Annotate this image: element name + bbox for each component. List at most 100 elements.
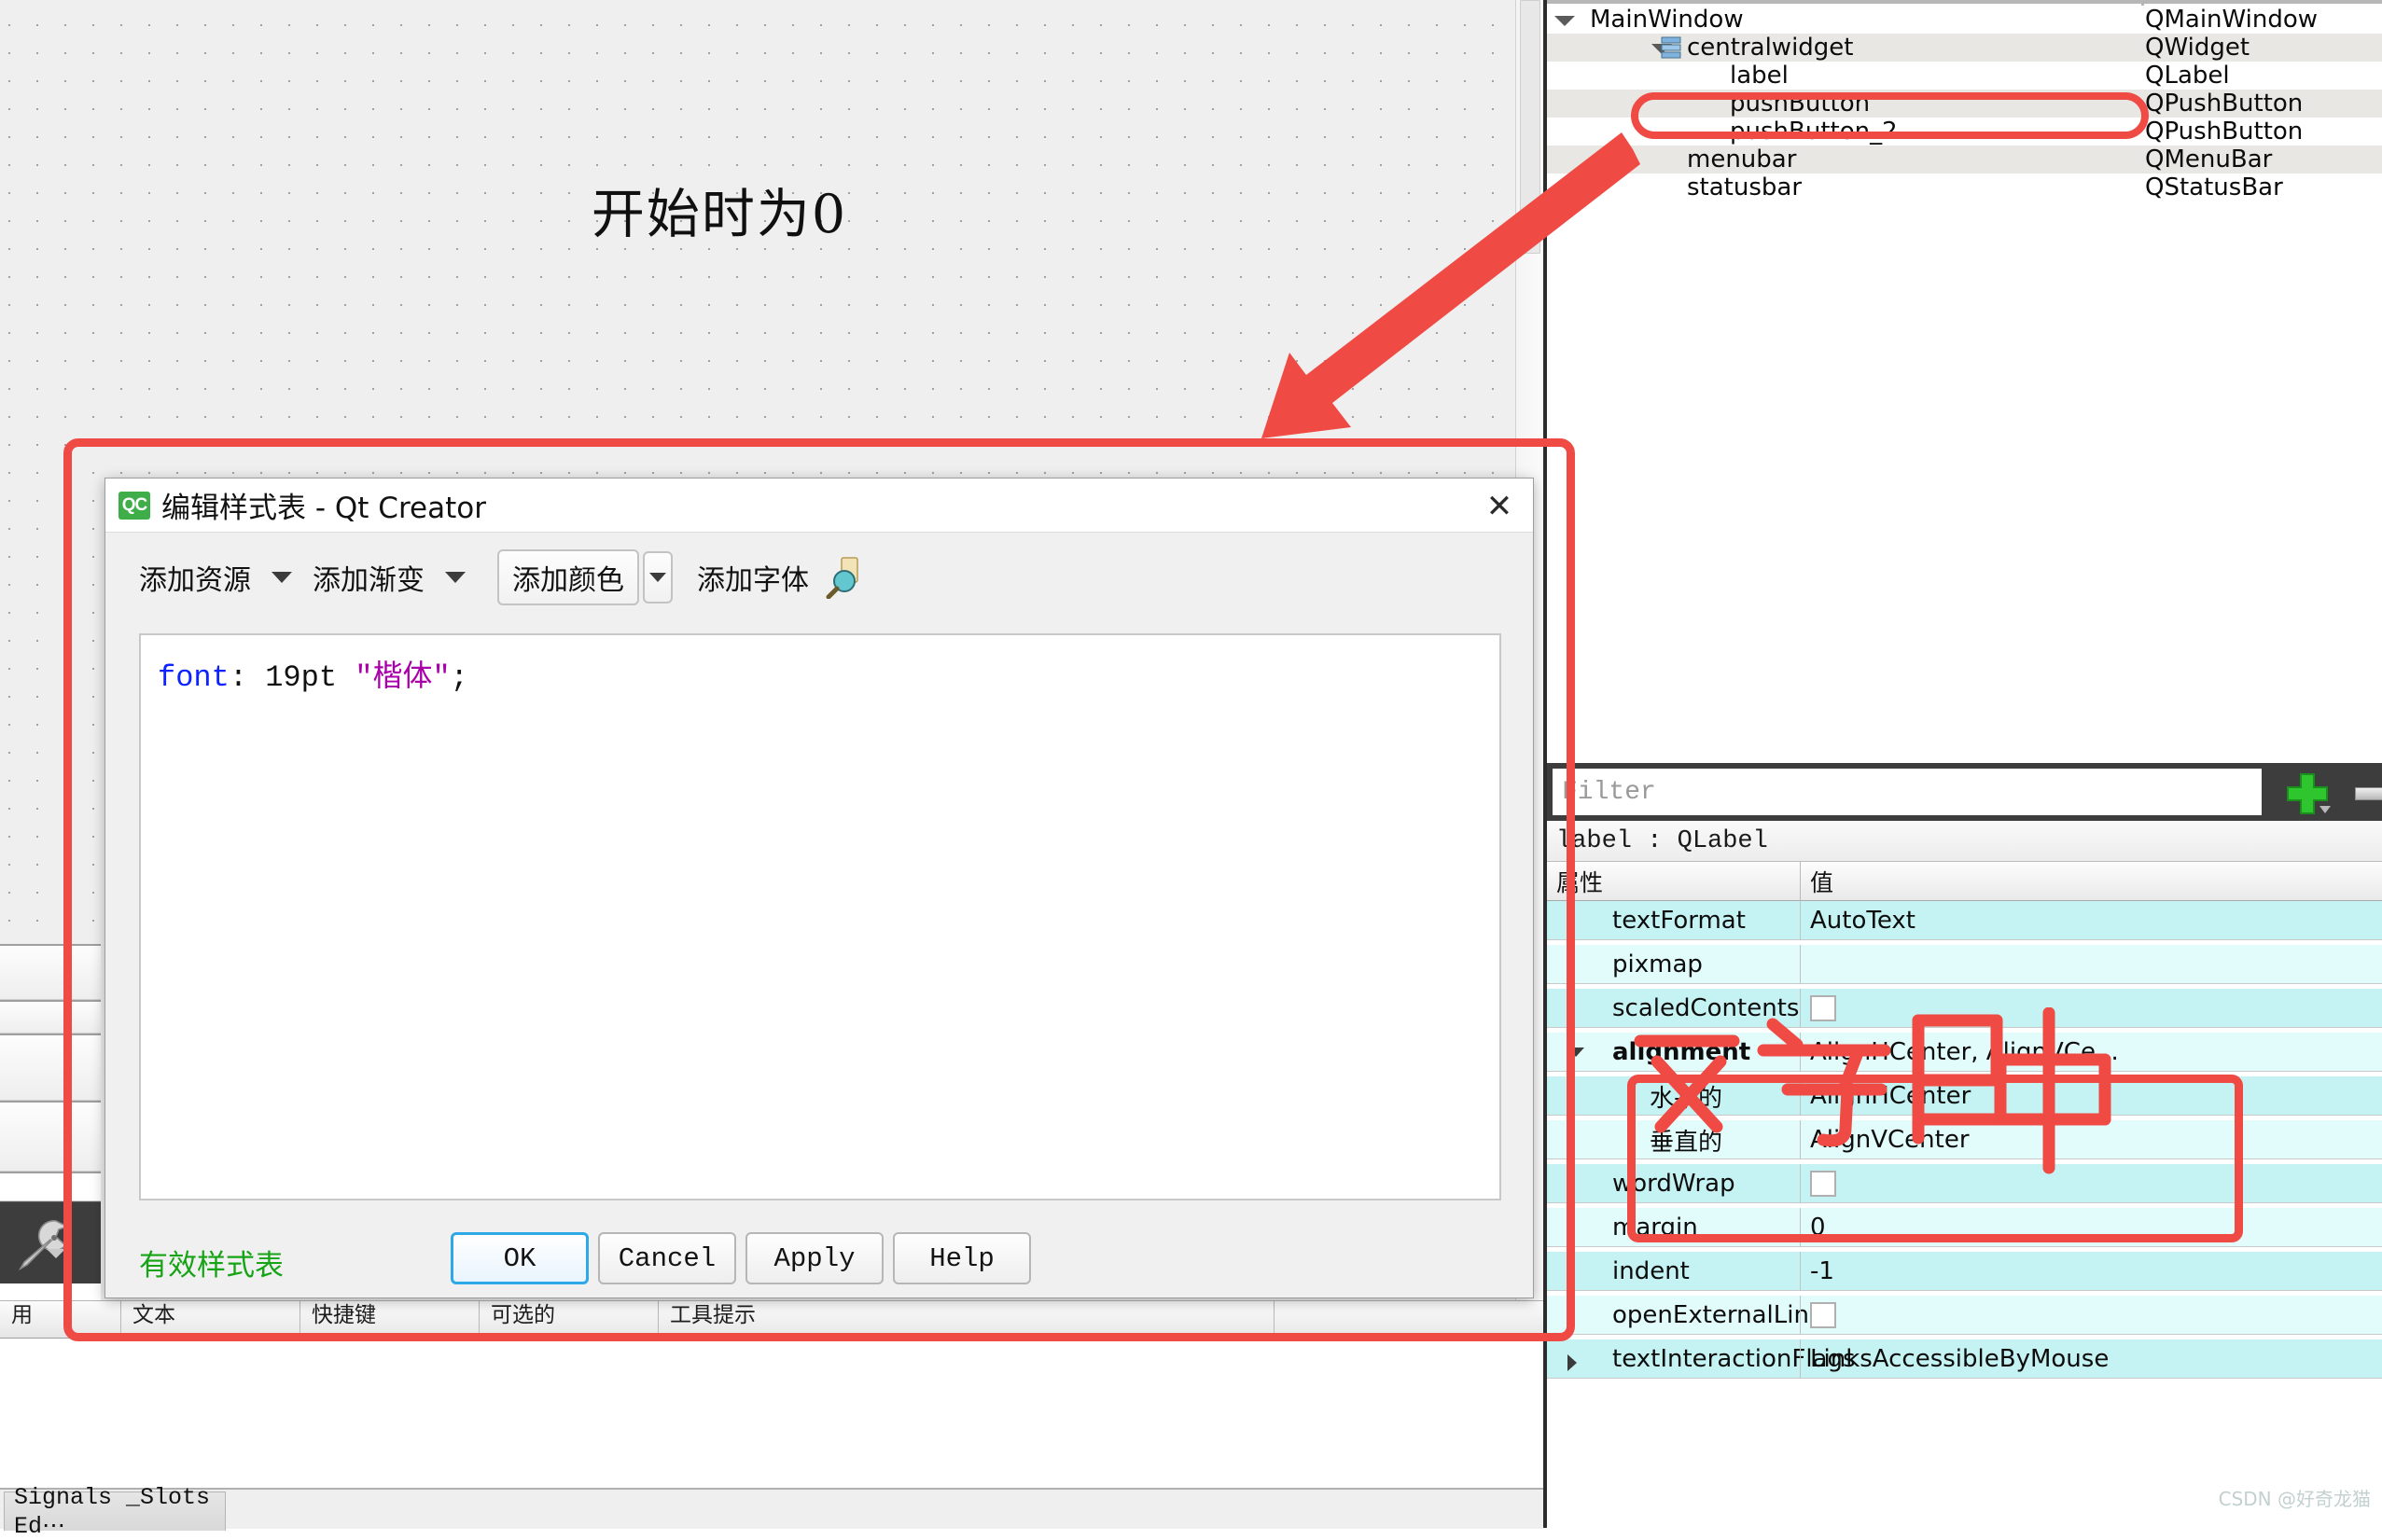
left-toolbar-dark[interactable]: [0, 1201, 101, 1283]
dialog-titlebar: QC 编辑样式表 - Qt Creator ✕: [105, 479, 1533, 533]
property-object-header: label : QLabel: [1547, 821, 2382, 862]
property-value[interactable]: [1801, 989, 2379, 1028]
tree-row-name: pushButton_2: [1730, 118, 1898, 146]
chevron-right-icon[interactable]: [1567, 1354, 1577, 1371]
magnifier-icon[interactable]: [826, 556, 867, 599]
add-gradient-button[interactable]: 添加渐变: [313, 557, 425, 598]
tree-row-class: QPushButton: [2145, 118, 2304, 146]
property-table-header: 属性 值: [1547, 862, 2382, 901]
property-row[interactable]: textFormat AutoText: [1547, 901, 2382, 940]
tree-row[interactable]: menubar QMenuBar: [1547, 146, 2382, 173]
property-row[interactable]: textInteractionFlags LinksAccessibleByMou…: [1547, 1339, 2382, 1379]
property-row[interactable]: 垂直的 AlignVCenter: [1547, 1120, 2382, 1159]
tree-row[interactable]: label QLabel: [1547, 62, 2382, 90]
filter-input[interactable]: [1553, 769, 2262, 815]
tree-row-name: label: [1730, 62, 1789, 90]
add-color-chevron-down-icon[interactable]: [649, 573, 666, 582]
property-name: alignment: [1612, 1038, 1751, 1066]
property-row[interactable]: pixmap: [1547, 945, 2382, 984]
property-value[interactable]: [1801, 945, 2379, 984]
tree-row-class: QPushButton: [2145, 90, 2304, 118]
wrench-icon[interactable]: [13, 1215, 78, 1271]
property-name: scaledContents: [1612, 994, 1800, 1022]
property-editor-table[interactable]: 属性 值 textFormat AutoText pixmap scaledConte…: [1547, 862, 2382, 1528]
qt-creator-logo-icon: QC: [118, 491, 150, 520]
canvas-label-widget[interactable]: 开始时为0: [519, 173, 920, 247]
add-color-dropdown[interactable]: [643, 551, 673, 604]
css-colon-token: :: [229, 660, 266, 695]
tree-row-name: centralwidget: [1687, 34, 1854, 62]
tree-row-class: QStatusBar: [2145, 173, 2283, 201]
left-panel-strip: [0, 944, 101, 1000]
column-header[interactable]: 快捷键: [300, 1301, 480, 1338]
chevron-down-icon[interactable]: [1554, 16, 1575, 26]
tree-row[interactable]: centralwidget QWidget: [1547, 34, 2382, 62]
chevron-down-icon[interactable]: [1567, 1047, 1584, 1057]
property-value[interactable]: AlignVCenter: [1801, 1120, 2379, 1159]
apply-button[interactable]: Apply: [745, 1232, 884, 1284]
property-row[interactable]: margin 0: [1547, 1208, 2382, 1247]
add-resource-button[interactable]: 添加资源: [139, 557, 251, 598]
cancel-button[interactable]: Cancel: [598, 1232, 736, 1284]
action-editor-body[interactable]: [0, 1339, 1543, 1488]
left-panel-strip: [0, 1034, 101, 1101]
tree-row-name: statusbar: [1687, 173, 1803, 201]
property-name: pixmap: [1612, 950, 1703, 978]
minus-icon[interactable]: [2355, 787, 2382, 800]
column-header[interactable]: 可选的: [480, 1301, 659, 1338]
property-value[interactable]: LinksAccessibleByMouse: [1801, 1339, 2379, 1379]
column-header[interactable]: 用: [0, 1301, 121, 1338]
plus-icon[interactable]: [2280, 770, 2334, 815]
property-value[interactable]: AlignHCenter: [1801, 1076, 2379, 1116]
edit-stylesheet-dialog[interactable]: QC 编辑样式表 - Qt Creator ✕ 添加资源 添加渐变 添加颜色 添…: [104, 478, 1534, 1298]
tree-row[interactable]: pushButton QPushButton: [1547, 90, 2382, 118]
checkbox[interactable]: [1810, 1171, 1836, 1197]
bottom-tabbar: Signals _Slots Ed⋯: [0, 1484, 1543, 1540]
property-row[interactable]: wordWrap: [1547, 1164, 2382, 1203]
chevron-down-icon[interactable]: [47, 1249, 65, 1258]
css-string-token: "楷体": [355, 660, 451, 695]
tree-row[interactable]: MainWindow QMainWindow: [1547, 6, 2382, 34]
dialog-footer: 有效样式表 OK Cancel Apply Help: [105, 1221, 1533, 1297]
property-row[interactable]: scaledContents: [1547, 989, 2382, 1028]
property-name: 垂直的: [1650, 1128, 1723, 1157]
property-name: indent: [1612, 1257, 1690, 1285]
tree-header-divider: [1547, 0, 2382, 4]
column-header[interactable]: 文本: [121, 1301, 300, 1338]
property-value[interactable]: [1801, 1164, 2379, 1203]
tree-row-name: pushButton: [1730, 90, 1871, 118]
action-editor-table: 用文本 快捷键 可选的 工具提示 Signals _Slots Ed⋯: [0, 1300, 1543, 1540]
property-value[interactable]: AutoText: [1801, 901, 2379, 940]
checkbox[interactable]: [1810, 995, 1836, 1021]
scrollbar-thumb[interactable]: [1520, 0, 1540, 254]
add-resource-chevron-down-icon[interactable]: [272, 572, 292, 583]
close-icon[interactable]: ✕: [1481, 488, 1518, 525]
column-header[interactable]: 工具提示: [659, 1301, 1275, 1338]
stylesheet-code-editor[interactable]: font: 19pt "楷体";: [139, 633, 1501, 1200]
add-gradient-chevron-down-icon[interactable]: [445, 572, 466, 583]
property-value[interactable]: AlignHCenter, AlignVCe...: [1801, 1033, 2379, 1072]
css-property-token: font: [158, 660, 230, 695]
add-font-button[interactable]: 添加字体: [697, 557, 809, 598]
property-row[interactable]: indent -1: [1547, 1252, 2382, 1291]
dialog-title: 编辑样式表 - Qt Creator: [161, 492, 486, 525]
help-button[interactable]: Help: [893, 1232, 1031, 1284]
property-name: 水平的: [1650, 1084, 1723, 1113]
tree-row-class: QLabel: [2145, 62, 2230, 90]
tree-row[interactable]: statusbar QStatusBar: [1547, 173, 2382, 201]
property-row[interactable]: 水平的 AlignHCenter: [1547, 1076, 2382, 1116]
object-inspector-tree[interactable]: MainWindow QMainWindow centralwidget QWidge…: [1547, 0, 2382, 763]
tree-row[interactable]: pushButton_2 QPushButton: [1547, 118, 2382, 146]
property-value[interactable]: -1: [1801, 1252, 2379, 1291]
property-value[interactable]: 0: [1801, 1208, 2379, 1247]
tree-row-name: menubar: [1687, 146, 1797, 173]
ok-button[interactable]: OK: [451, 1232, 589, 1284]
property-row[interactable]: alignment AlignHCenter, AlignVCe...: [1547, 1033, 2382, 1072]
tab-signals-slots-editor[interactable]: Signals _Slots Ed⋯: [4, 1484, 226, 1540]
property-value[interactable]: [1801, 1296, 2379, 1335]
watermark-text: CSDN @好奇龙猫: [2218, 1488, 2371, 1510]
property-row[interactable]: openExternalLinks: [1547, 1296, 2382, 1335]
add-color-button[interactable]: 添加颜色: [497, 549, 639, 605]
stylesheet-status-text: 有效样式表: [139, 1249, 284, 1283]
checkbox[interactable]: [1810, 1302, 1836, 1328]
